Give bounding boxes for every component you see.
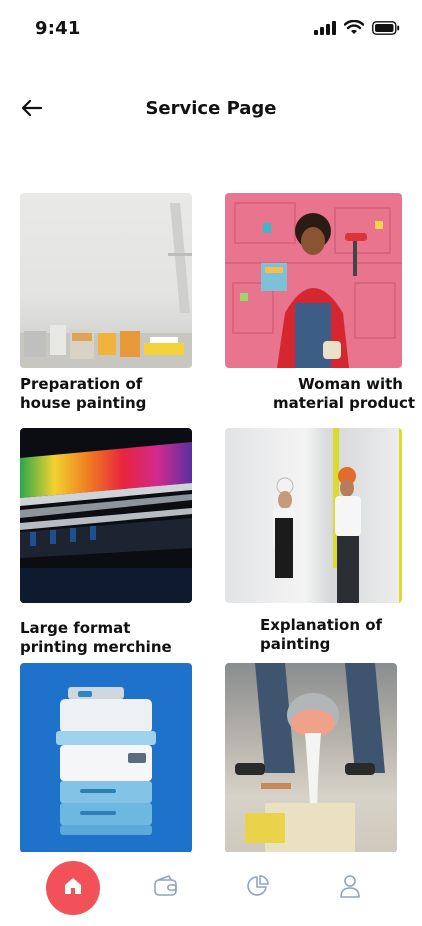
nav-home-button[interactable] bbox=[46, 861, 100, 915]
card-title-line: Preparation of bbox=[20, 375, 143, 393]
card-label-explanation-painting: Explanation of painting bbox=[260, 616, 382, 654]
page-title: Service Page bbox=[145, 98, 277, 119]
card-title-line: Woman with bbox=[298, 375, 403, 393]
bottom-navigation bbox=[0, 852, 422, 926]
header: Service Page bbox=[0, 84, 422, 136]
home-icon bbox=[62, 876, 84, 900]
card-image-printing-machine[interactable] bbox=[20, 428, 192, 603]
signal-icon bbox=[314, 20, 336, 39]
status-time: 9:41 bbox=[35, 18, 81, 39]
card-image-explanation-painting[interactable] bbox=[225, 428, 402, 603]
card-image-house-painting[interactable] bbox=[20, 193, 192, 368]
card-image-woman-material[interactable] bbox=[225, 193, 402, 368]
battery-icon bbox=[372, 20, 400, 39]
card-image-paint-pouring[interactable] bbox=[225, 663, 397, 853]
status-icons bbox=[314, 19, 400, 39]
card-image-copier[interactable] bbox=[20, 663, 192, 853]
nav-profile-button[interactable] bbox=[336, 874, 364, 902]
profile-icon bbox=[339, 874, 361, 902]
card-title-line: material product bbox=[273, 394, 416, 412]
chart-icon bbox=[246, 874, 270, 902]
status-bar: 9:41 bbox=[0, 0, 422, 56]
card-label-printing-machine: Large format printing merchine bbox=[20, 619, 172, 657]
card-title-line: Explanation of bbox=[260, 616, 383, 634]
card-label-house-painting: Preparation of house painting bbox=[20, 375, 146, 413]
nav-chart-button[interactable] bbox=[244, 874, 272, 902]
card-title-line: printing merchine bbox=[20, 638, 172, 656]
card-title-line: painting bbox=[260, 635, 331, 653]
card-label-woman-material: Woman with material product bbox=[273, 375, 416, 413]
card-title-line: Large format bbox=[20, 619, 131, 637]
wifi-icon bbox=[343, 19, 365, 39]
card-title-line: house painting bbox=[20, 394, 147, 412]
nav-wallet-button[interactable] bbox=[152, 874, 180, 902]
wallet-icon bbox=[153, 875, 179, 901]
